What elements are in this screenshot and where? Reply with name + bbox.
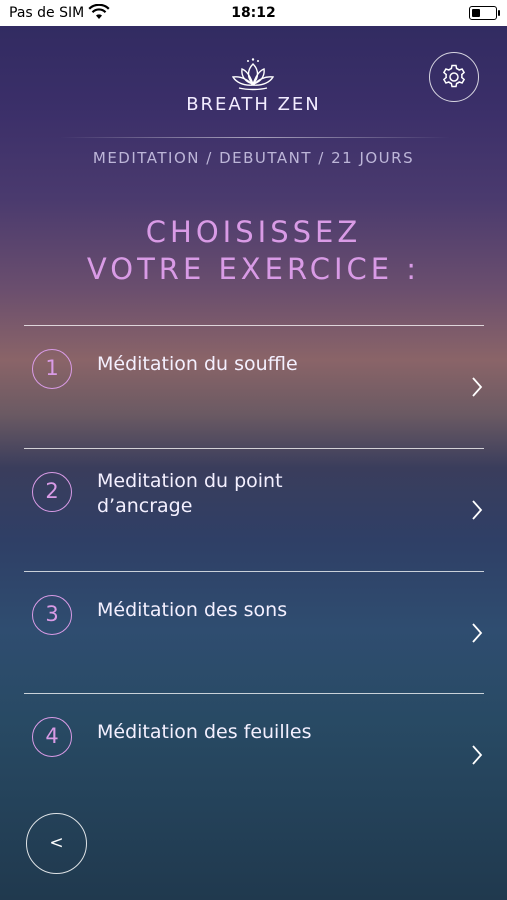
exercise-item-2[interactable]: 2 Meditation du point d’ancrage bbox=[24, 448, 484, 571]
header-divider bbox=[60, 137, 450, 138]
exercise-number-badge: 2 bbox=[32, 472, 72, 512]
chevron-right-icon bbox=[472, 745, 483, 765]
exercise-number-badge: 1 bbox=[32, 349, 72, 389]
exercise-label: Méditation des sons bbox=[97, 599, 288, 621]
battery-icon bbox=[469, 6, 500, 20]
exercise-number-badge: 4 bbox=[32, 717, 72, 757]
lotus-icon bbox=[231, 58, 275, 91]
gear-icon bbox=[442, 64, 466, 88]
exercise-item-1[interactable]: 1 Méditation du souffle bbox=[24, 325, 484, 448]
exercise-label: Méditation du souffle bbox=[97, 353, 298, 375]
back-button[interactable]: < bbox=[26, 813, 87, 874]
app-title: BREATH ZEN bbox=[186, 94, 321, 115]
breadcrumb: MEDITATION / DEBUTANT / 21 JOURS bbox=[92, 149, 415, 167]
exercise-item-4[interactable]: 4 Méditation des feuilles bbox=[24, 693, 484, 816]
exercise-number-badge: 3 bbox=[32, 595, 72, 635]
settings-button[interactable] bbox=[429, 52, 479, 102]
exercise-item-3[interactable]: 3 Méditation des sons bbox=[24, 571, 484, 694]
chevron-right-icon bbox=[472, 623, 483, 643]
exercise-label: Meditation du point d’ancrage bbox=[97, 470, 283, 517]
chevron-right-icon bbox=[472, 500, 483, 520]
status-bar: Pas de SIM 18:12 bbox=[0, 0, 507, 26]
page-title: CHOISISSEZ VOTRE EXERCICE : bbox=[0, 214, 507, 288]
page-title-line-2: VOTRE EXERCICE : bbox=[86, 252, 421, 286]
chevron-right-icon bbox=[472, 377, 483, 397]
exercise-label: Méditation des feuilles bbox=[97, 721, 312, 743]
clock: 18:12 bbox=[231, 5, 276, 21]
page-title-line-1: CHOISISSEZ bbox=[145, 215, 362, 249]
